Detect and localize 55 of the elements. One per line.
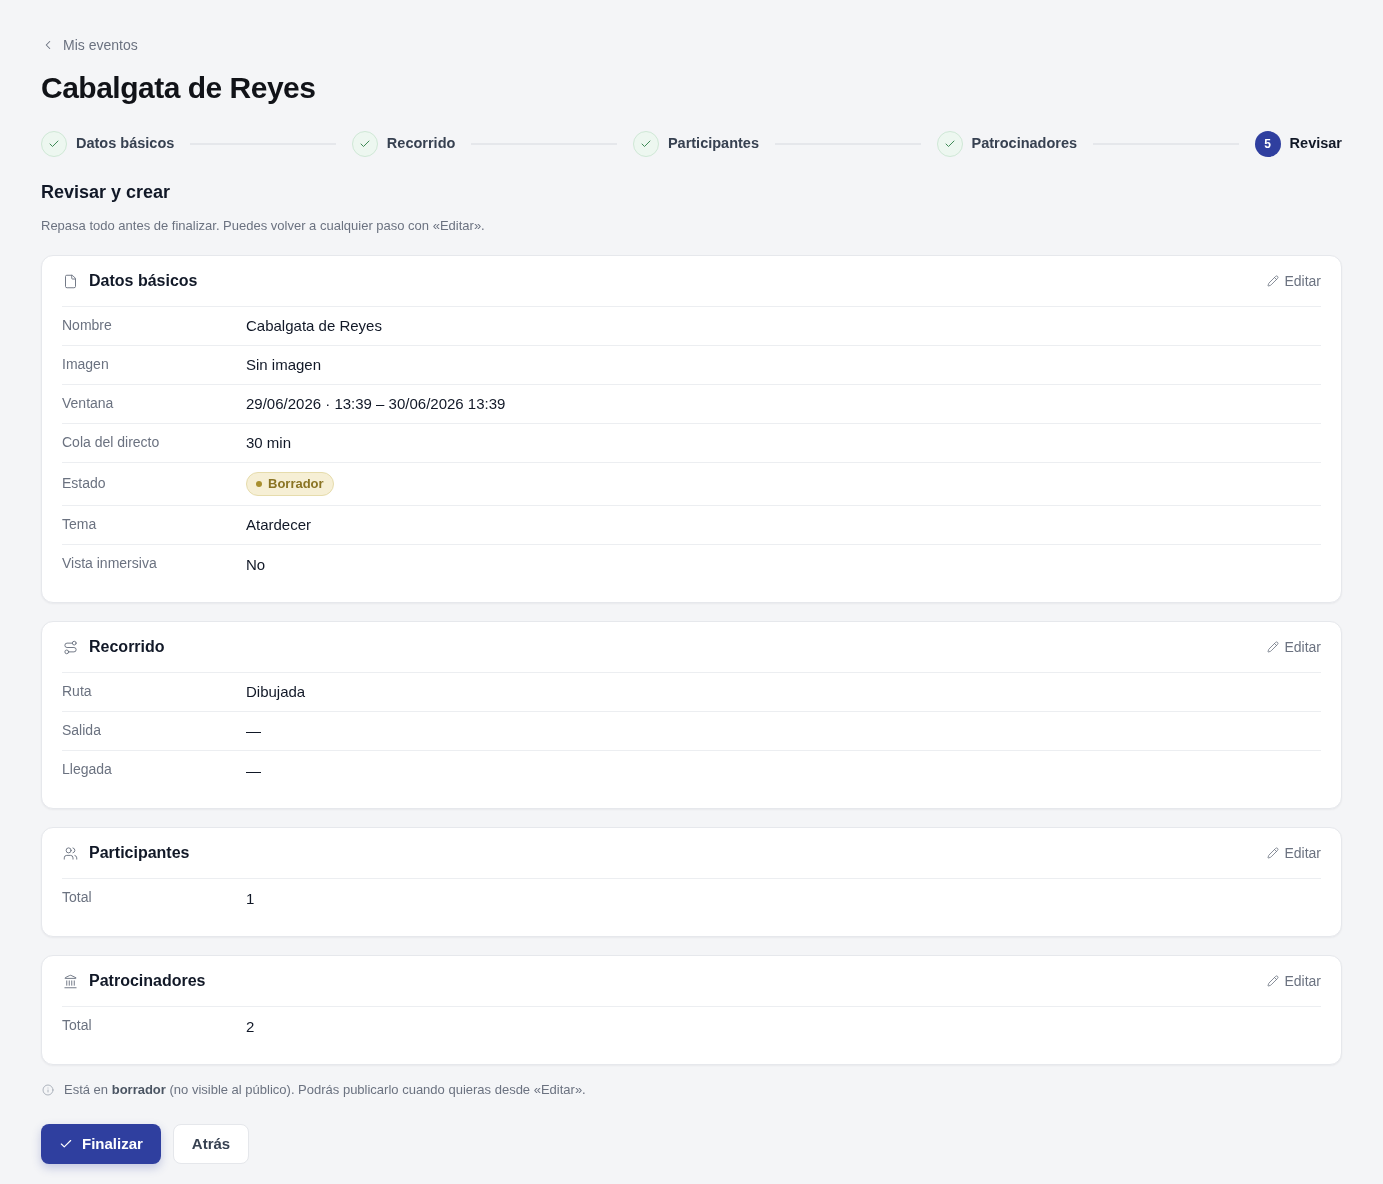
field-label: Total xyxy=(62,1016,92,1034)
field-label: Estado xyxy=(62,473,106,492)
field-label: Total xyxy=(62,888,92,906)
finish-button[interactable]: Finalizar xyxy=(41,1124,161,1164)
pencil-icon xyxy=(1267,847,1280,859)
file-icon xyxy=(63,273,78,289)
info-icon xyxy=(42,1084,54,1096)
pencil-icon xyxy=(1267,975,1280,987)
subtitle-text: Repasa todo antes de finalizar. Puedes volver a cualquier paso con «Editar». xyxy=(41,217,485,235)
field-label: Tema xyxy=(62,514,97,533)
landmark-icon xyxy=(63,973,78,989)
note-text: Está en borrador (no visible al público). Podrás publicarlo cuando quieras desde «Editar». xyxy=(64,1081,586,1100)
field-value: 1 xyxy=(246,888,255,909)
section-title: Recorrido xyxy=(89,637,165,657)
field-value: 30 min xyxy=(246,433,292,453)
edit-button[interactable]: Editar xyxy=(1267,636,1321,658)
field-label: Imagen xyxy=(62,354,109,373)
field-label: Nombre xyxy=(62,315,112,334)
section-title: Patrocinadores xyxy=(89,971,206,991)
field-value: — xyxy=(246,721,261,741)
edit-button[interactable]: Editar xyxy=(1267,842,1321,864)
field-label: Ruta xyxy=(62,681,92,700)
back-button[interactable]: Atrás xyxy=(172,1124,250,1164)
field-value: Cabalgata de Reyes xyxy=(246,316,382,336)
section-title: Datos básicos xyxy=(89,271,198,291)
step-label: Revisar xyxy=(1289,134,1342,154)
back-link[interactable]: Mis eventos xyxy=(41,35,138,55)
step-label: Patrocinadores xyxy=(971,134,1078,154)
page-title: Cabalgata de Reyes xyxy=(41,70,316,106)
field-value: Atardecer xyxy=(246,515,312,535)
field-value: Dibujada xyxy=(246,682,306,702)
pencil-icon xyxy=(1267,641,1280,653)
field-label: Salida xyxy=(62,720,101,739)
field-label: Cola del directo xyxy=(62,432,160,451)
field-value: — xyxy=(246,760,261,781)
field-label: Llegada xyxy=(62,760,112,778)
field-value: 2 xyxy=(246,1016,255,1037)
step-label: Datos básicos xyxy=(76,134,175,154)
check-icon xyxy=(59,1137,73,1151)
edit-button[interactable]: Editar xyxy=(1267,270,1321,292)
edit-button[interactable]: Editar xyxy=(1267,970,1321,992)
status-label: Borrador xyxy=(268,475,324,494)
pencil-icon xyxy=(1267,275,1280,287)
users-icon xyxy=(63,845,78,861)
step-number: 5 xyxy=(1254,131,1281,157)
section-heading: Revisar y crear xyxy=(41,181,171,204)
field-label: Vista inmersiva xyxy=(62,554,157,572)
step-label: Participantes xyxy=(667,134,759,154)
route-icon xyxy=(63,639,78,655)
field-value: No xyxy=(246,554,266,575)
step-label: Recorrido xyxy=(386,134,456,154)
section-title: Participantes xyxy=(89,843,190,863)
field-label: Ventana xyxy=(62,393,114,412)
field-value: Sin imagen xyxy=(246,355,322,375)
field-value: 29/06/2026 · 13:39 – 30/06/2026 13:39 xyxy=(246,394,506,414)
